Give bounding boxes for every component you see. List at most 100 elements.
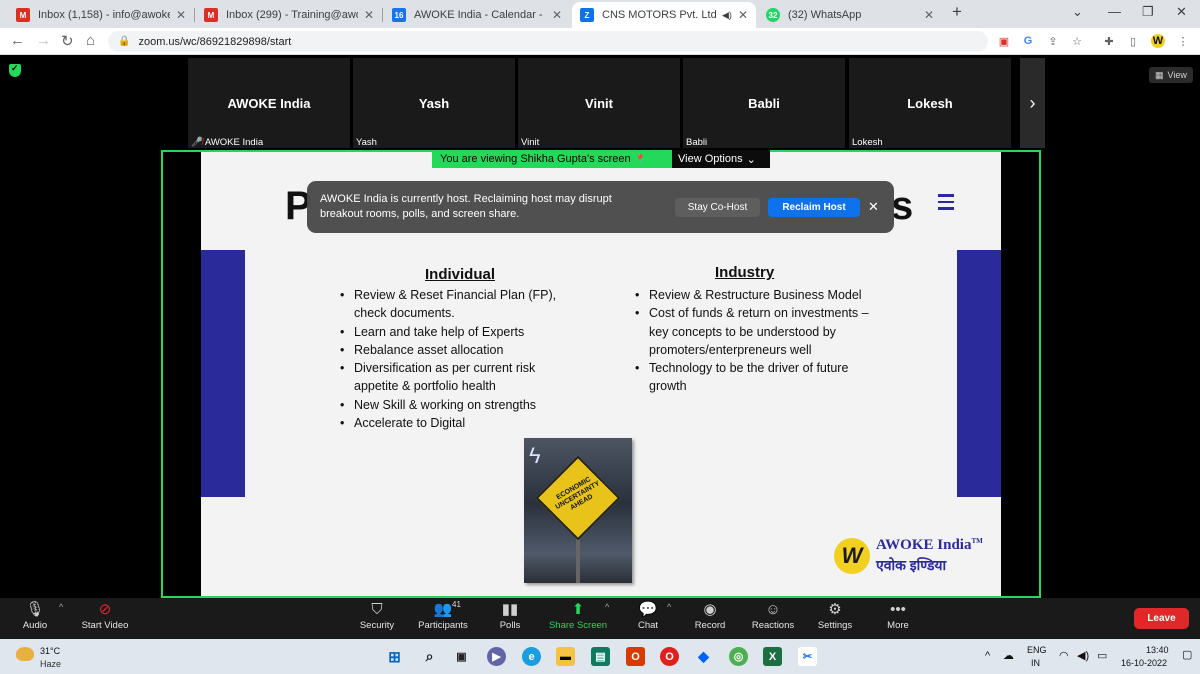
file-explorer-icon[interactable]: ▬ — [556, 647, 575, 666]
close-icon[interactable]: ✕ — [738, 8, 748, 22]
security-label: Security — [359, 620, 395, 631]
close-icon[interactable]: ✕ — [868, 199, 879, 215]
url-input[interactable]: 🔒 zoom.us/wc/86921829898/start — [108, 31, 988, 52]
slide-title-end: s — [891, 184, 914, 228]
home-icon[interactable]: ⌂ — [86, 32, 95, 49]
kebab-menu-icon[interactable]: ⋮ — [1176, 34, 1190, 48]
wifi-icon[interactable]: ◠ — [1059, 649, 1069, 662]
slide-left-band — [201, 250, 245, 497]
clock-date[interactable]: 16-10-2022 — [1121, 658, 1167, 668]
close-icon[interactable]: ✕ — [364, 8, 374, 22]
opera-icon[interactable]: O — [660, 647, 679, 666]
viewing-label: You are viewing Shikha Gupta's screen — [440, 153, 631, 165]
battery-icon[interactable]: ▭ — [1097, 649, 1107, 662]
tray-chevron-up-icon[interactable]: ^ — [985, 650, 990, 662]
tab-calendar[interactable]: 16 AWOKE India - Calendar - Sunda ✕ — [384, 2, 570, 28]
next-page-chevron-icon[interactable]: › — [1020, 58, 1045, 148]
participant-name: Vinit — [585, 96, 613, 111]
industry-list: Review & Restructure Business Model Cost… — [631, 286, 881, 396]
mic-muted-icon: 🎤̸ — [191, 137, 203, 148]
video-tile[interactable]: AWOKE India 🎤̸ AWOKE India — [188, 58, 350, 148]
weather-desc[interactable]: Haze — [40, 659, 61, 669]
list-item: Cost of funds & return on investments – … — [631, 304, 881, 359]
forward-icon[interactable]: → — [36, 32, 51, 49]
logo-hindi: एवोक इण्डिया — [876, 557, 947, 573]
video-tile[interactable]: Vinit Vinit — [518, 58, 680, 148]
weather-temp[interactable]: 31°C — [40, 646, 60, 656]
start-video-button[interactable]: ⊘ Start Video — [67, 600, 143, 631]
edge-icon[interactable]: e — [522, 647, 541, 666]
speaker-icon[interactable]: ◀) — [722, 10, 732, 21]
video-off-icon: ⊘ — [98, 601, 112, 618]
video-tile[interactable]: Yash Yash — [353, 58, 515, 148]
close-icon[interactable]: ✕ — [552, 8, 562, 22]
volume-icon[interactable]: ◀) — [1077, 649, 1089, 662]
office-icon[interactable]: O — [626, 647, 645, 666]
chevron-down-icon[interactable]: ⌄ — [1072, 4, 1083, 20]
tab-whatsapp[interactable]: 32 (32) WhatsApp ✕ — [758, 2, 942, 28]
participants-button[interactable]: 👥 Participants — [405, 600, 481, 631]
stay-cohost-button[interactable]: Stay Co-Host — [675, 198, 760, 217]
share-icon[interactable]: ⇪ — [1046, 34, 1060, 48]
logo-emblem-icon: W — [834, 538, 870, 574]
restore-icon[interactable]: ❐ — [1142, 4, 1154, 20]
gmail-icon: M — [204, 8, 218, 22]
excel-icon[interactable]: X — [763, 647, 782, 666]
minimize-icon[interactable]: — — [1108, 4, 1121, 19]
dropbox-icon[interactable]: ◆ — [694, 647, 713, 666]
teams-chat-icon[interactable]: ▶ — [487, 647, 506, 666]
snipping-tool-icon[interactable]: ✂ — [798, 647, 817, 666]
region-code[interactable]: IN — [1031, 658, 1040, 668]
profile-avatar[interactable]: W — [1151, 34, 1165, 48]
notification-icon[interactable]: ▢ — [1182, 648, 1192, 661]
store-icon[interactable]: ▤ — [591, 647, 610, 666]
reload-icon[interactable]: ↻ — [61, 32, 74, 50]
onedrive-icon[interactable]: ☁ — [1003, 649, 1014, 662]
close-window-icon[interactable]: ✕ — [1176, 4, 1187, 20]
tab-zoom-active[interactable]: Z CNS MOTORS Pvt. Ltd. ◀) ✕ — [572, 2, 756, 28]
reclaim-host-button[interactable]: Reclaim Host — [768, 198, 860, 217]
more-button[interactable]: ••• More — [860, 600, 936, 631]
video-tile[interactable]: Babli Babli — [683, 58, 845, 148]
audio-caret-icon[interactable]: ^ — [59, 602, 63, 612]
pin-icon: 📍 — [634, 153, 646, 164]
view-options-button[interactable]: View Options ⌄ — [672, 150, 770, 168]
participant-name: Lokesh — [907, 96, 953, 111]
toast-message: AWOKE India is currently host. Reclaimin… — [320, 193, 612, 220]
search-icon[interactable]: ⌕ — [420, 647, 439, 666]
view-options-label: View Options — [678, 153, 743, 165]
language-code[interactable]: ENG — [1027, 645, 1047, 655]
security-button[interactable]: ⛉ Security — [339, 600, 415, 631]
clock-time[interactable]: 13:40 — [1146, 645, 1169, 655]
new-tab-button[interactable]: + — [952, 2, 962, 22]
google-icon[interactable]: G — [1021, 34, 1035, 48]
share-caret-icon[interactable]: ^ — [605, 602, 609, 612]
windows-start-icon[interactable]: ⊞ — [385, 647, 404, 666]
encryption-shield-icon[interactable] — [9, 63, 21, 77]
list-item: New Skill & working on strengths — [336, 396, 576, 415]
logo-english-text: AWOKE India — [876, 537, 972, 553]
polls-button[interactable]: ▮▮ Polls — [472, 600, 548, 631]
chrome-icon[interactable]: ◎ — [729, 647, 748, 666]
tab-title: CNS MOTORS Pvt. Ltd. — [602, 9, 717, 21]
chat-caret-icon[interactable]: ^ — [667, 602, 671, 612]
windows-taskbar: 31°C Haze ⊞ ⌕ ▣ ▶ e ▬ ▤ O O ◆ ◎ X ✂ ^ ☁ … — [0, 639, 1200, 674]
task-view-icon[interactable]: ▣ — [452, 647, 471, 666]
extensions-icon[interactable]: ✚ — [1102, 34, 1116, 48]
list-item: Review & Restructure Business Model — [631, 286, 881, 305]
weather-haze-icon[interactable] — [16, 647, 34, 661]
side-panel-icon[interactable]: ▯ — [1126, 34, 1140, 48]
meeting-control-bar: 🎙 Audio ^ ⊘ Start Video ⛉ Security 👥 Par… — [0, 598, 1200, 639]
close-icon[interactable]: ✕ — [924, 8, 934, 22]
video-tile[interactable]: Lokesh Lokesh — [849, 58, 1011, 148]
tab-gmail-training[interactable]: M Inbox (299) - Training@awokeind ✕ — [196, 2, 382, 28]
back-icon[interactable]: ← — [10, 32, 25, 49]
view-button[interactable]: ▦ View — [1149, 67, 1193, 83]
tab-gmail-info[interactable]: M Inbox (1,158) - info@awokeindia ✕ — [8, 2, 194, 28]
bookmark-star-icon[interactable]: ☆ — [1070, 34, 1084, 48]
camera-blocked-icon[interactable]: ▣ — [997, 34, 1011, 48]
individual-list: Review & Reset Financial Plan (FP), chec… — [336, 286, 576, 433]
leave-button[interactable]: Leave — [1134, 608, 1189, 629]
list-item: Technology to be the driver of future gr… — [631, 359, 881, 396]
close-icon[interactable]: ✕ — [176, 8, 186, 22]
